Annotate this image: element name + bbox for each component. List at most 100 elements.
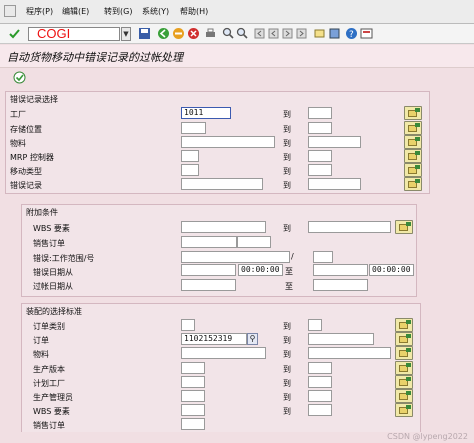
- menu-bar: 程序(P) 编辑(E) 转到(G) 系统(Y) 帮助(H): [0, 0, 474, 24]
- print-icon[interactable]: [204, 27, 217, 40]
- storage-location-to-field[interactable]: [308, 122, 332, 134]
- material-assembly-multiple-selection-button[interactable]: [395, 346, 413, 360]
- planning-plant-multiple-selection-button[interactable]: [395, 375, 413, 389]
- order-multiple-selection-button[interactable]: [395, 332, 413, 346]
- last-page-icon[interactable]: [295, 27, 308, 40]
- production-version-to-label: 到: [283, 365, 291, 374]
- svg-text:?: ?: [349, 30, 354, 40]
- production-supervisor-to-field[interactable]: [308, 390, 332, 402]
- order-from-field[interactable]: 1102152319: [181, 333, 247, 345]
- order-category-from-field[interactable]: [181, 319, 195, 331]
- find-icon[interactable]: [222, 27, 235, 40]
- storage-location-multiple-selection-button[interactable]: [404, 121, 422, 135]
- production-supervisor-row-label: 生产管理员: [33, 393, 73, 402]
- help-icon[interactable]: ?: [345, 27, 358, 40]
- plant-from-field[interactable]: 1011: [181, 107, 231, 119]
- material-from-field[interactable]: [181, 136, 275, 148]
- material-multiple-selection-button[interactable]: [404, 135, 422, 149]
- error-record-multiple-selection-button[interactable]: [404, 177, 422, 191]
- plant-to-field[interactable]: [308, 107, 332, 119]
- order-category-to-field[interactable]: [308, 319, 322, 331]
- production-supervisor-multiple-selection-button[interactable]: [395, 389, 413, 403]
- back-icon[interactable]: [157, 27, 170, 40]
- status-bar: CSDN @lypeng2022: [0, 432, 474, 443]
- group-title: 错误记录选择: [10, 95, 58, 104]
- material-assembly-to-field[interactable]: [308, 347, 391, 359]
- menu-goto[interactable]: 转到(G): [104, 6, 132, 17]
- plant-multiple-selection-button[interactable]: [404, 106, 422, 120]
- sales-order-assembly-from-field[interactable]: [181, 418, 205, 430]
- storage-location-to-label: 到: [283, 125, 291, 134]
- production-version-from-field[interactable]: [181, 362, 205, 374]
- order-row-label: 订单: [33, 336, 49, 345]
- planning-plant-to-field[interactable]: [308, 376, 332, 388]
- save-icon[interactable]: [138, 27, 151, 40]
- wbs-to-field[interactable]: [308, 221, 391, 233]
- error-date-to-label: 至: [285, 267, 293, 276]
- wbs-element-from-field[interactable]: [181, 404, 205, 416]
- error-record-to-field[interactable]: [308, 178, 361, 190]
- material-to-field[interactable]: [308, 136, 361, 148]
- menu-edit[interactable]: 编辑(E): [62, 6, 89, 17]
- cancel-icon[interactable]: [187, 27, 200, 40]
- sales-order-label: 销售订单: [33, 239, 65, 248]
- execute-icon[interactable]: [13, 71, 26, 84]
- shortcut-icon[interactable]: [328, 27, 341, 40]
- order-to-field[interactable]: [308, 333, 374, 345]
- order-category-multiple-selection-button[interactable]: [395, 318, 413, 332]
- command-field[interactable]: COGI: [28, 26, 120, 41]
- error-date-to-field[interactable]: [313, 264, 368, 276]
- production-supervisor-from-field[interactable]: [181, 390, 205, 402]
- mrp-controller-to-label: 到: [283, 153, 291, 162]
- prev-page-icon[interactable]: [267, 27, 280, 40]
- check-icon[interactable]: [8, 27, 21, 40]
- wbs-element-to-field[interactable]: [308, 404, 332, 416]
- plant-row-label: 工厂: [10, 110, 26, 119]
- error-date-from-field[interactable]: [181, 264, 236, 276]
- wbs-multiple-selection-button[interactable]: [395, 220, 413, 234]
- error-record-from-field[interactable]: [181, 178, 263, 190]
- sales-order-item-field[interactable]: [237, 236, 271, 248]
- first-page-icon[interactable]: [253, 27, 266, 40]
- sales-order-assembly-row-label: 销售订单: [33, 421, 65, 430]
- search-help-button[interactable]: ⚲: [247, 333, 258, 345]
- exit-icon[interactable]: [172, 27, 185, 40]
- posting-date-to-field[interactable]: [313, 279, 368, 291]
- wbs-from-field[interactable]: [181, 221, 266, 233]
- next-page-icon[interactable]: [281, 27, 294, 40]
- layout-icon[interactable]: [360, 27, 373, 40]
- menu-program[interactable]: 程序(P): [26, 6, 53, 17]
- mrp-controller-from-field[interactable]: [181, 150, 199, 162]
- movement-type-multiple-selection-button[interactable]: [404, 163, 422, 177]
- wbs-element-row-label: WBS 要素: [33, 407, 70, 416]
- planning-plant-from-field[interactable]: [181, 376, 205, 388]
- error-record-row-label: 错误记录: [10, 181, 42, 190]
- slash-separator: /: [291, 252, 294, 261]
- screen-title-bar: 自动货物移动中错误记录的过帐处理: [0, 45, 474, 68]
- error-time-from-field[interactable]: 00:00:00: [238, 264, 283, 276]
- wbs-element-multiple-selection-button[interactable]: [395, 403, 413, 417]
- error-time-to-field[interactable]: 00:00:00: [369, 264, 414, 276]
- material-assembly-from-field[interactable]: [181, 347, 266, 359]
- movement-type-from-field[interactable]: [181, 164, 199, 176]
- menu-help[interactable]: 帮助(H): [180, 6, 208, 17]
- application-toolbar: [0, 68, 474, 88]
- posting-date-from-field[interactable]: [181, 279, 236, 291]
- new-session-icon[interactable]: [313, 27, 326, 40]
- command-dropdown[interactable]: ▼: [121, 27, 131, 41]
- error-number-field[interactable]: [313, 251, 333, 263]
- error-work-area-field[interactable]: [181, 251, 290, 263]
- order-category-row-label: 订单类别: [33, 322, 65, 331]
- production-version-multiple-selection-button[interactable]: [395, 361, 413, 375]
- production-version-to-field[interactable]: [308, 362, 332, 374]
- sales-order-field[interactable]: [181, 236, 237, 248]
- wbs-label: WBS 要素: [33, 224, 70, 233]
- movement-type-to-field[interactable]: [308, 164, 332, 176]
- mrp-controller-to-field[interactable]: [308, 150, 332, 162]
- storage-location-from-field[interactable]: [181, 122, 206, 134]
- sap-menu-icon[interactable]: [4, 5, 16, 17]
- group-title: 装配的选择标准: [26, 307, 82, 316]
- find-next-icon[interactable]: [236, 27, 249, 40]
- mrp-controller-multiple-selection-button[interactable]: [404, 149, 422, 163]
- menu-system[interactable]: 系统(Y): [142, 6, 169, 17]
